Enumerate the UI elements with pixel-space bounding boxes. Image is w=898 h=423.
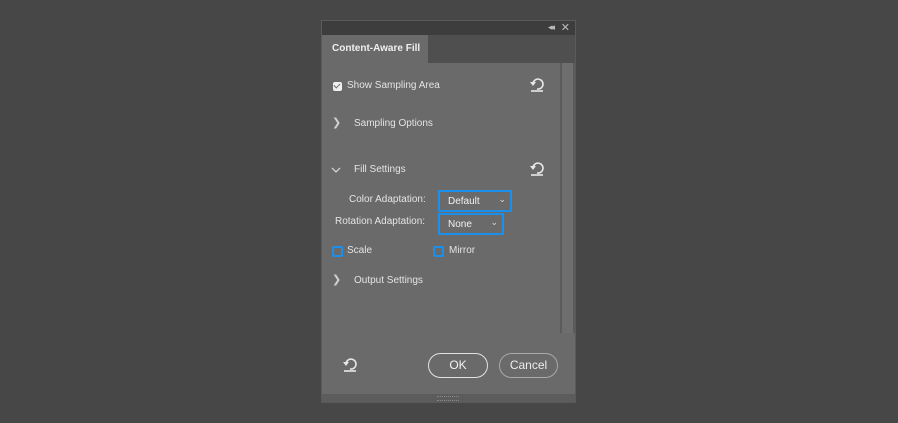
reset-all-icon[interactable] [342,358,358,372]
scrollbar-thumb[interactable] [562,63,573,333]
panel-scrollbar[interactable] [560,63,575,333]
output-settings-label[interactable]: Output Settings [354,275,423,286]
sampling-options-label[interactable]: Sampling Options [354,118,433,129]
chevron-down-icon[interactable] [331,166,341,174]
tab-content-aware-fill[interactable]: Content-Aware Fill [322,35,428,63]
rotation-adaptation-label: Rotation Adaptation: [335,216,426,227]
ok-button[interactable]: OK [428,353,488,378]
fill-settings-label[interactable]: Fill Settings [354,164,406,175]
collapse-panel-icon[interactable]: ◂◂ [548,22,555,33]
show-sampling-area-label[interactable]: Show Sampling Area [347,80,440,91]
panel-resize-strip[interactable] [322,394,575,402]
mirror-checkbox[interactable] [433,246,444,257]
show-sampling-area-checkbox[interactable] [333,82,342,91]
mirror-label[interactable]: Mirror [449,245,475,256]
rotation-adaptation-value: None [448,219,472,230]
color-adaptation-label: Color Adaptation: [349,194,426,205]
color-adaptation-value: Default [448,196,480,207]
panel-title-bar: ◂◂ ✕ [322,21,575,35]
resize-grip-icon[interactable] [437,396,459,401]
reset-icon[interactable] [529,162,545,176]
color-adaptation-dropdown[interactable]: Default ⌄ [438,190,512,212]
rotation-adaptation-dropdown[interactable]: None ⌄ [438,213,504,235]
scale-label[interactable]: Scale [347,245,372,256]
chevron-down-icon: ⌄ [490,217,498,227]
close-panel-icon[interactable]: ✕ [561,21,570,34]
panel-tab-strip: Content-Aware Fill [322,35,575,63]
scale-checkbox[interactable] [332,246,343,257]
reset-icon[interactable] [529,78,545,92]
content-aware-fill-panel: ◂◂ ✕ Content-Aware Fill Show Sampling Ar… [321,20,576,403]
chevron-down-icon: ⌄ [498,194,506,204]
chevron-right-icon[interactable]: ❯ [332,273,341,286]
cancel-button[interactable]: Cancel [499,353,558,378]
chevron-right-icon[interactable]: ❯ [332,116,341,129]
